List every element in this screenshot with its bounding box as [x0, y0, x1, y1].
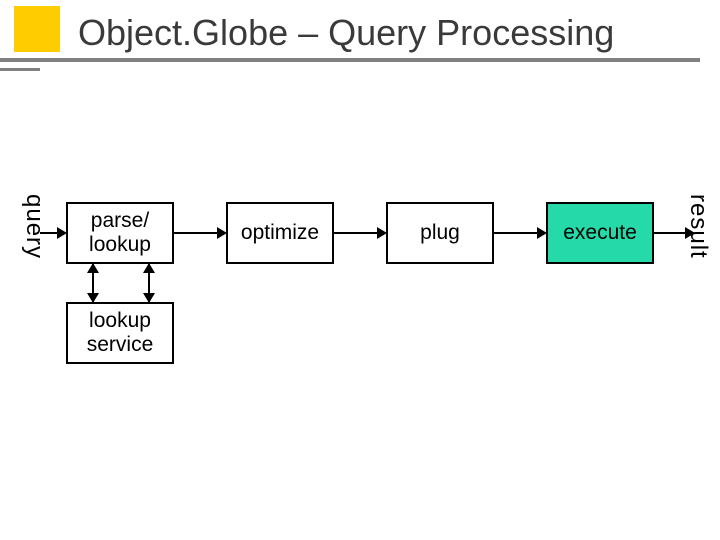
box-plug: plug — [386, 202, 494, 264]
box-execute-text: execute — [563, 221, 637, 245]
arrow-execute-result — [654, 232, 686, 234]
box-optimize: optimize — [226, 202, 334, 264]
box-parse-lookup-text: parse/ lookup — [89, 209, 151, 257]
box-plug-text: plug — [420, 221, 460, 245]
box-execute: execute — [546, 202, 654, 264]
decor-line-bottom — [0, 68, 40, 71]
box-parse-lookup: parse/ lookup — [66, 202, 174, 264]
box-lookup-service: lookup service — [66, 302, 174, 364]
slide-header: Object.Globe – Query Processing — [0, 0, 720, 80]
slide-title: Object.Globe – Query Processing — [78, 12, 614, 54]
decor-line-top — [0, 58, 700, 62]
label-query: query — [20, 194, 48, 259]
arrow-head-execute-result — [685, 227, 695, 239]
decor-square — [14, 6, 60, 52]
box-lookup-service-text: lookup service — [87, 309, 154, 357]
diagram: query result parse/ lookup optimize plug… — [0, 200, 720, 420]
arrow-optimize-plug — [334, 232, 378, 234]
arrow-parse-optimize — [174, 232, 218, 234]
arrow-query-parse — [40, 232, 58, 234]
arrow-plug-execute — [494, 232, 538, 234]
box-optimize-text: optimize — [241, 221, 319, 245]
